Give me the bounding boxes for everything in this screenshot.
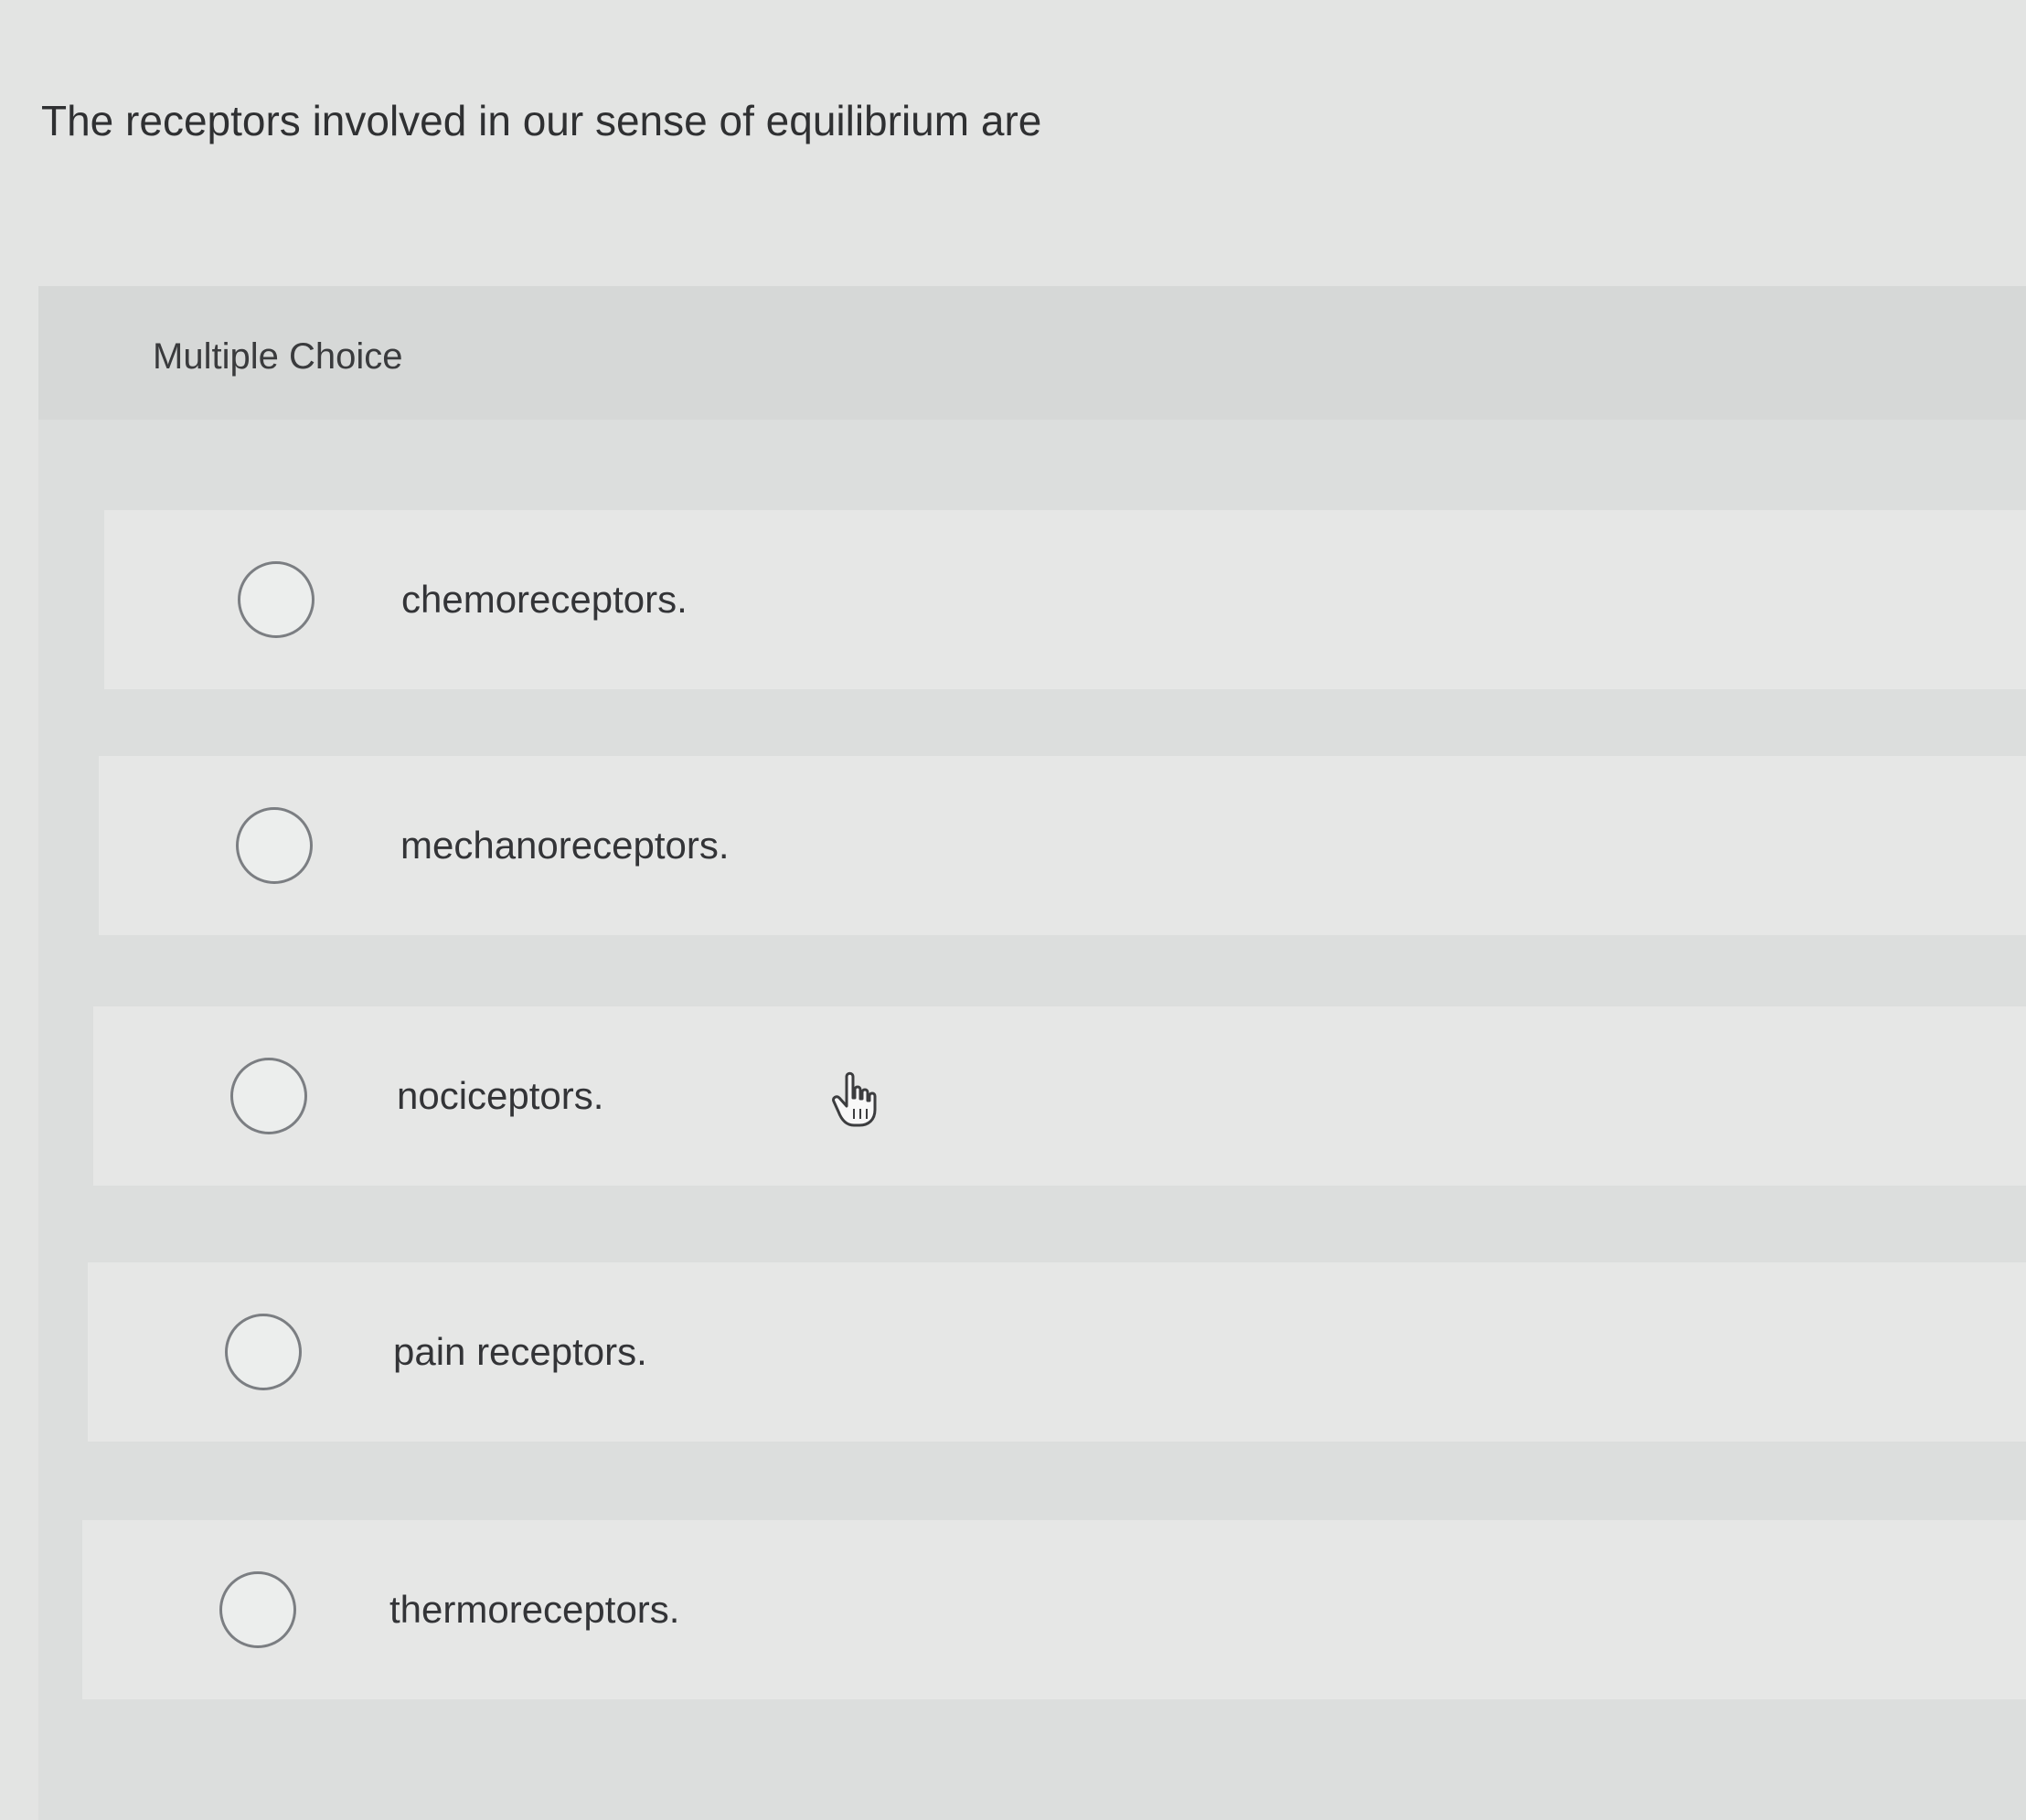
radio-button[interactable] — [219, 1571, 296, 1648]
hand-pointer-icon — [832, 1071, 877, 1127]
answer-option-label: mechanoreceptors. — [400, 824, 730, 867]
radio-button[interactable] — [225, 1314, 302, 1390]
answer-option-label: chemoreceptors. — [401, 578, 688, 621]
multiple-choice-panel: Multiple Choice chemoreceptors. mechanor… — [38, 286, 2026, 1820]
answer-option[interactable]: thermoreceptors. — [82, 1520, 2026, 1699]
radio-button[interactable] — [236, 807, 313, 884]
answer-option[interactable]: mechanoreceptors. — [99, 756, 2026, 935]
answer-option-label: pain receptors. — [393, 1330, 647, 1373]
answer-options: chemoreceptors. mechanoreceptors. nocice… — [38, 286, 2026, 1820]
answer-option-label: nociceptors. — [397, 1074, 604, 1117]
answer-option-label: thermoreceptors. — [389, 1588, 680, 1631]
radio-button[interactable] — [230, 1058, 307, 1134]
answer-option[interactable]: nociceptors. — [93, 1006, 2026, 1186]
question-text: The receptors involved in our sense of e… — [41, 97, 1042, 144]
radio-button[interactable] — [238, 561, 315, 638]
answer-option[interactable]: chemoreceptors. — [104, 510, 2026, 689]
answer-option[interactable]: pain receptors. — [88, 1262, 2026, 1442]
